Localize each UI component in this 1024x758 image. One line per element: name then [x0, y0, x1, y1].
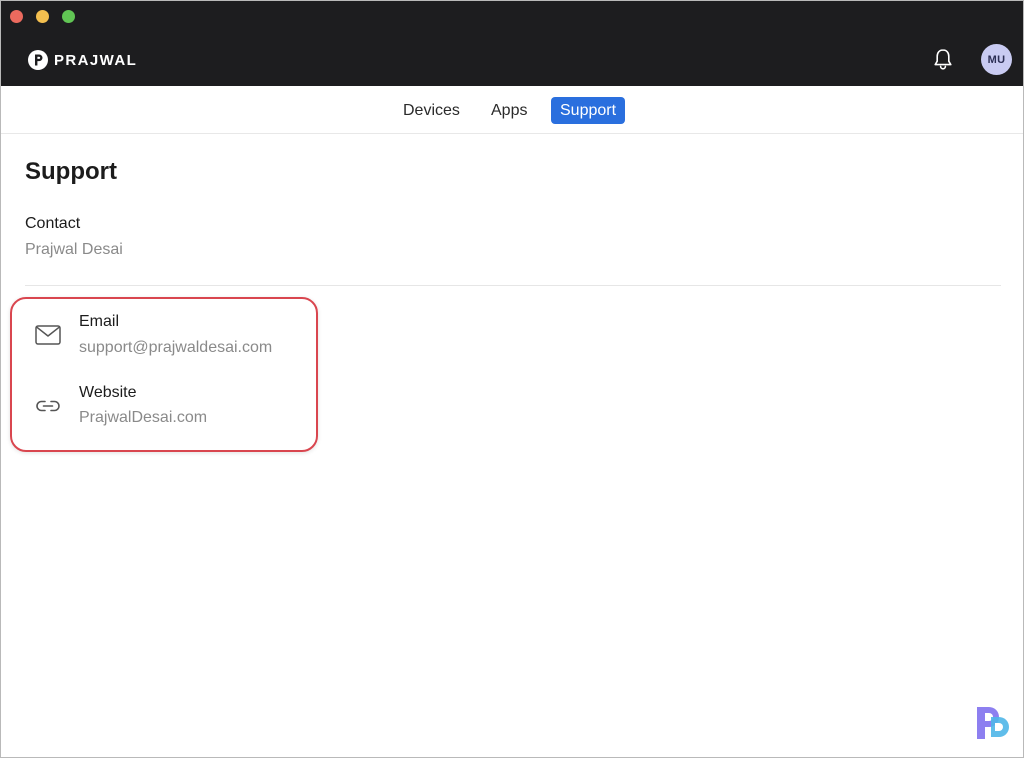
link-icon	[36, 400, 60, 412]
contact-name: Prajwal Desai	[25, 241, 123, 258]
app-window: PRAJWAL MU Devices Apps Support Support …	[0, 0, 1024, 758]
website-link[interactable]: PrajwalDesai.com	[79, 409, 207, 427]
mail-icon	[35, 325, 61, 345]
highlight-annotation	[10, 297, 318, 452]
tab-bar: Devices Apps Support	[1, 86, 1023, 134]
bell-icon[interactable]	[932, 47, 954, 71]
tab-support[interactable]: Support	[551, 97, 626, 124]
zoom-window-button[interactable]	[62, 10, 75, 23]
tab-apps[interactable]: Apps	[482, 97, 536, 124]
title-bar: PRAJWAL MU	[1, 1, 1023, 86]
close-window-button[interactable]	[10, 10, 23, 23]
watermark-logo-icon	[977, 707, 1009, 739]
minimize-window-button[interactable]	[36, 10, 49, 23]
website-title: Website	[79, 384, 137, 401]
section-divider	[25, 285, 1001, 286]
brand-name: PRAJWAL	[54, 51, 138, 69]
tab-devices[interactable]: Devices	[394, 97, 469, 124]
contact-label: Contact	[25, 215, 81, 232]
user-avatar[interactable]: MU	[981, 44, 1012, 75]
email-title: Email	[79, 313, 120, 330]
brand-logo: PRAJWAL	[28, 49, 137, 71]
email-link[interactable]: support@prajwaldesai.com	[79, 339, 272, 357]
brand-mark-icon	[28, 50, 48, 70]
page-title: Support	[25, 158, 117, 185]
